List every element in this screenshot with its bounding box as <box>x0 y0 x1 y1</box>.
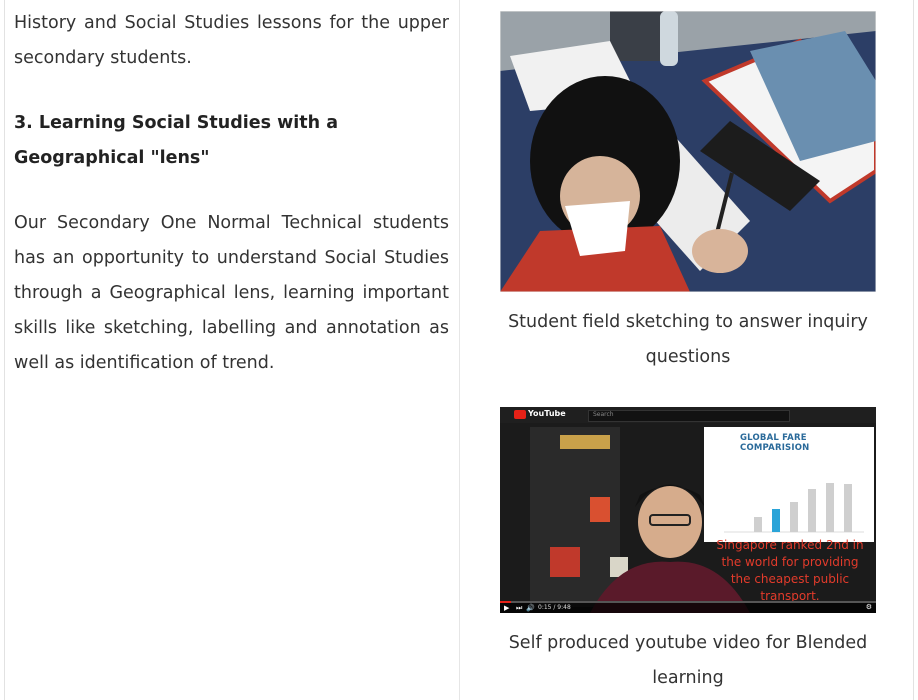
youtube-search-input[interactable]: Search <box>588 410 790 422</box>
play-icon[interactable]: ▶ <box>504 604 509 612</box>
left-column: History and Social Studies lessons for t… <box>14 6 449 381</box>
search-placeholder: Search <box>593 411 614 418</box>
student-sketching-image <box>500 11 876 292</box>
youtube-logo-text: YouTube <box>528 409 566 418</box>
student-sketching-photo <box>500 11 876 292</box>
fare-comparison-chart: GLOBAL FARE COMPARISION <box>704 427 874 542</box>
photo2-caption: Self produced youtube video for Blended … <box>508 633 868 688</box>
youtube-top-bar: YouTube Search <box>500 407 876 423</box>
intro-paragraph: History and Social Studies lessons for t… <box>14 13 449 68</box>
section-heading: 3. Learning Social Studies with a Geogra… <box>14 113 339 168</box>
volume-icon[interactable]: 🔊 <box>526 604 535 612</box>
column-divider <box>459 0 460 700</box>
chart-bars-graphic <box>724 483 864 533</box>
video-overlay-text: Singapore ranked 2nd in the world for pr… <box>716 538 864 603</box>
settings-gear-icon[interactable]: ⚙ <box>866 603 872 611</box>
body-paragraph: Our Secondary One Normal Technical stude… <box>14 213 449 373</box>
video-controls-bar: ▶ ⏭ 🔊 0:15 / 9:48 ⚙ <box>500 603 876 613</box>
next-icon[interactable]: ⏭ <box>516 604 522 613</box>
youtube-video-screenshot[interactable]: YouTube Search GLOBAL FARE COMPARISION S… <box>500 407 876 613</box>
youtube-logo-icon <box>514 410 526 419</box>
photo1-caption: Student field sketching to answer inquir… <box>508 312 868 367</box>
video-time: 0:15 / 9:48 <box>538 604 571 611</box>
